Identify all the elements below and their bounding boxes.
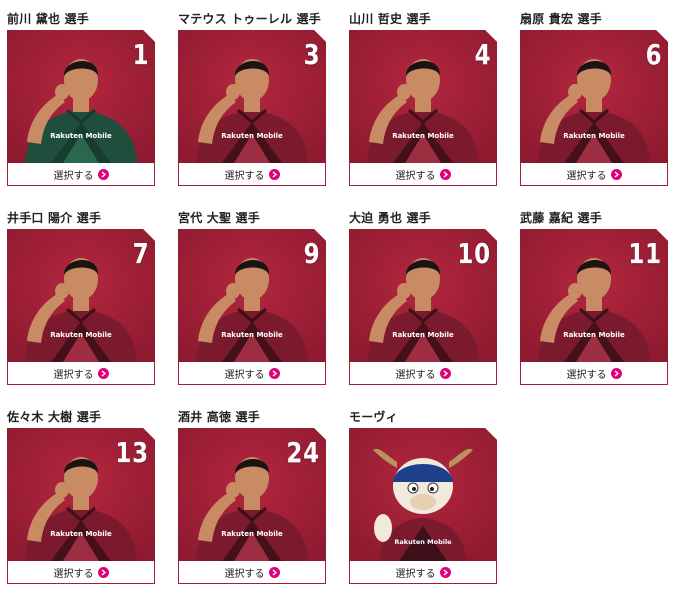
select-button[interactable]: 選択する [7, 362, 155, 385]
select-button[interactable]: 選択する [349, 362, 497, 385]
sponsor-logo: Rakuten Mobile [50, 530, 112, 538]
select-button-label: 選択する [53, 369, 94, 381]
chevron-right-icon [610, 168, 622, 180]
jersey-number: 10 [457, 237, 491, 270]
player-card[interactable]: 酒井 高徳 選手 Rakuten Mobile 24 選択する [178, 398, 326, 584]
player-card[interactable]: 大迫 勇也 選手 Rakuten Mobile 10 選択する [349, 199, 497, 385]
sponsor-logo: Rakuten Mobile [221, 132, 283, 140]
player-card[interactable]: 井手口 陽介 選手 Rakuten Mobile 7 選択する [7, 199, 155, 385]
player-card[interactable]: 武藤 嘉紀 選手 Rakuten Mobile 11 選択する [520, 199, 668, 385]
select-button-label: 選択する [224, 568, 265, 580]
select-button[interactable]: 選択する [349, 561, 497, 584]
player-card[interactable]: 佐々木 大樹 選手 Rakuten Mobile 13 選択する [7, 398, 155, 584]
chevron-right-icon [97, 566, 109, 578]
sponsor-logo: Rakuten Mobile [392, 331, 454, 339]
select-button-label: 選択する [566, 170, 607, 182]
chevron-right-icon [268, 168, 280, 180]
jersey-number: 13 [115, 436, 149, 469]
jersey-number: 4 [474, 38, 491, 71]
player-photo[interactable]: Rakuten Mobile 6 [520, 30, 668, 163]
jersey-number: 7 [132, 237, 149, 270]
mascot-photo[interactable]: Rakuten Mobile [349, 428, 497, 561]
select-button-label: 選択する [53, 170, 94, 182]
sponsor-logo: Rakuten Mobile [563, 331, 625, 339]
select-button-label: 選択する [395, 568, 436, 580]
select-button-label: 選択する [566, 369, 607, 381]
sponsor-logo: Rakuten Mobile [50, 132, 112, 140]
player-name: モーヴィ [349, 410, 398, 424]
player-photo[interactable]: Rakuten Mobile 4 [349, 30, 497, 163]
select-button-label: 選択する [395, 369, 436, 381]
player-name: 大迫 勇也 選手 [349, 211, 431, 225]
player-photo[interactable]: Rakuten Mobile 24 [178, 428, 326, 561]
chevron-right-icon [439, 566, 451, 578]
jersey-number: 6 [645, 38, 662, 71]
select-button[interactable]: 選択する [178, 561, 326, 584]
jersey-number: 11 [628, 237, 662, 270]
select-button[interactable]: 選択する [178, 163, 326, 186]
jersey-number: 1 [132, 38, 149, 71]
player-card[interactable]: マテウス トゥーレル 選手 Rakuten Mobile 3 選択する [178, 0, 326, 186]
chevron-right-icon [610, 367, 622, 379]
select-button-label: 選択する [224, 369, 265, 381]
select-button[interactable]: 選択する [349, 163, 497, 186]
player-name: 前川 黛也 選手 [7, 12, 89, 26]
chevron-right-icon [97, 168, 109, 180]
player-photo[interactable]: Rakuten Mobile 3 [178, 30, 326, 163]
player-name: 佐々木 大樹 選手 [7, 410, 102, 424]
player-card[interactable]: モーヴィ Rakuten Mobile 選択する [349, 398, 497, 584]
select-button[interactable]: 選択する [520, 163, 668, 186]
chevron-right-icon [268, 566, 280, 578]
select-button-label: 選択する [395, 170, 436, 182]
sponsor-logo: Rakuten Mobile [221, 331, 283, 339]
sponsor-logo: Rakuten Mobile [50, 331, 112, 339]
player-name: 武藤 嘉紀 選手 [520, 211, 602, 225]
player-photo[interactable]: Rakuten Mobile 11 [520, 229, 668, 362]
player-card[interactable]: 山川 哲史 選手 Rakuten Mobile 4 選択する [349, 0, 497, 186]
player-name: 井手口 陽介 選手 [7, 211, 102, 225]
jersey-number: 24 [286, 436, 320, 469]
chevron-right-icon [439, 367, 451, 379]
select-button[interactable]: 選択する [178, 362, 326, 385]
player-card[interactable]: 前川 黛也 選手 Rakuten Mobile 1 選択する [7, 0, 155, 186]
chevron-right-icon [268, 367, 280, 379]
sponsor-logo: Rakuten Mobile [563, 132, 625, 140]
sponsor-logo: Rakuten Mobile [394, 538, 452, 546]
select-button[interactable]: 選択する [7, 163, 155, 186]
player-photo[interactable]: Rakuten Mobile 10 [349, 229, 497, 362]
select-button[interactable]: 選択する [520, 362, 668, 385]
player-photo[interactable]: Rakuten Mobile 7 [7, 229, 155, 362]
sponsor-logo: Rakuten Mobile [392, 132, 454, 140]
jersey-number: 9 [303, 237, 320, 270]
player-photo[interactable]: Rakuten Mobile 1 [7, 30, 155, 163]
select-button-label: 選択する [224, 170, 265, 182]
player-photo[interactable]: Rakuten Mobile 13 [7, 428, 155, 561]
player-photo[interactable]: Rakuten Mobile 9 [178, 229, 326, 362]
player-card[interactable]: 宮代 大聖 選手 Rakuten Mobile 9 選択する [178, 199, 326, 385]
select-button[interactable]: 選択する [7, 561, 155, 584]
select-button-label: 選択する [53, 568, 94, 580]
player-name: 山川 哲史 選手 [349, 12, 431, 26]
chevron-right-icon [97, 367, 109, 379]
chevron-right-icon [439, 168, 451, 180]
sponsor-logo: Rakuten Mobile [221, 530, 283, 538]
jersey-number: 3 [303, 38, 320, 71]
player-name: マテウス トゥーレル 選手 [178, 12, 321, 26]
player-name: 扇原 貴宏 選手 [520, 12, 602, 26]
player-card[interactable]: 扇原 貴宏 選手 Rakuten Mobile 6 選択する [520, 0, 668, 186]
player-name: 酒井 高徳 選手 [178, 410, 260, 424]
player-name: 宮代 大聖 選手 [178, 211, 260, 225]
